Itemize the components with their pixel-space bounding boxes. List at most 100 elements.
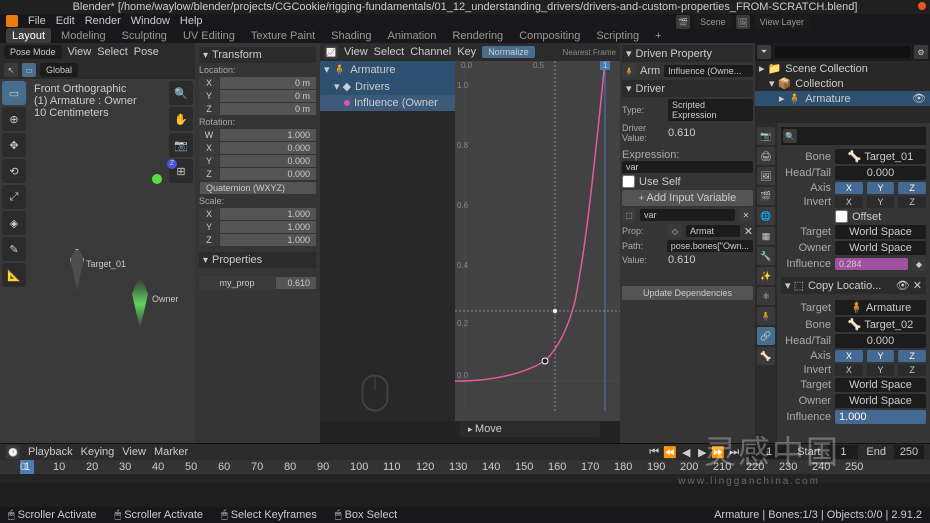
rotation-w[interactable]: 1.000	[220, 129, 316, 141]
select-box-tool-icon[interactable]: ▭	[2, 81, 26, 105]
vp-menu-pose[interactable]: Pose	[134, 46, 159, 58]
bone-target[interactable]	[70, 249, 84, 289]
channel-drivers[interactable]: ▾ ◆ Drivers	[320, 78, 455, 95]
driven-property-header[interactable]: ▾ Driven Property	[622, 45, 753, 62]
viewlayer-dropdown[interactable]: View Layer	[754, 15, 810, 29]
3d-viewport[interactable]: Pose Mode View Select Pose ↖ ▭ Global ▭ …	[0, 43, 195, 443]
rotate-tool-icon[interactable]: ⟲	[2, 159, 26, 183]
tab-scripting[interactable]: Scripting	[590, 28, 645, 44]
properties-header[interactable]: ▾ Properties	[199, 252, 316, 268]
orientation-dropdown[interactable]: Global	[40, 63, 78, 77]
rotation-mode-dropdown[interactable]: Quaternion (WXYZ)	[200, 182, 316, 194]
cursor-tool-icon[interactable]: ↖	[4, 63, 18, 77]
object-tab-icon[interactable]: ▦	[757, 227, 775, 245]
vp-menu-select[interactable]: Select	[97, 46, 128, 58]
target-bone2-dropdown[interactable]: 🦴 Target_02	[835, 317, 926, 332]
axis2-x-button[interactable]: X	[835, 350, 863, 362]
target-bone-dropdown[interactable]: 🦴 Target_01	[835, 149, 926, 164]
move-tool-icon[interactable]: ✥	[2, 133, 26, 157]
keyframe-next-icon[interactable]: ⏩	[711, 445, 725, 459]
channel-influence[interactable]: Influence (Owner	[320, 95, 455, 111]
scene-tab-icon[interactable]: 🎬	[757, 187, 775, 205]
custom-prop-value[interactable]: 0.610	[276, 277, 316, 289]
scale-x[interactable]: 1.000	[220, 208, 316, 220]
menu-edit[interactable]: Edit	[56, 15, 75, 27]
current-frame-input[interactable]: 1	[749, 445, 789, 459]
rna-path-input[interactable]: pose.bones["Own...	[667, 240, 753, 252]
invert2-z-button[interactable]: Z	[898, 364, 926, 376]
tab-animation[interactable]: Animation	[382, 28, 443, 44]
owner-space2-dropdown[interactable]: World Space	[835, 394, 926, 408]
tab-modeling[interactable]: Modeling	[55, 28, 112, 44]
snap-mode[interactable]: Nearest Frame	[563, 48, 616, 57]
render-tab-icon[interactable]: 📷	[757, 127, 775, 145]
location-y[interactable]: 0 m	[220, 90, 316, 102]
search-icon[interactable]: 🔍	[783, 129, 797, 143]
graph-menu-key[interactable]: Key	[457, 46, 476, 58]
remove-target-icon[interactable]: ✕	[744, 225, 753, 238]
invert2-y-button[interactable]: Y	[867, 364, 895, 376]
measure-tool-icon[interactable]: 📐	[2, 263, 26, 287]
tab-compositing[interactable]: Compositing	[513, 28, 586, 44]
axis-x-button[interactable]: X	[835, 182, 863, 194]
close-icon[interactable]	[918, 2, 926, 10]
graph-editor-icon[interactable]: 📈	[324, 45, 338, 59]
invert-y-button[interactable]: Y	[867, 196, 895, 208]
delete-var-icon[interactable]: ✕	[739, 208, 753, 222]
channel-armature[interactable]: ▾ 🧍 Armature	[320, 61, 455, 78]
location-x[interactable]: 0 m	[220, 77, 316, 89]
modifier-tab-icon[interactable]: 🔧	[757, 247, 775, 265]
graph-canvas[interactable]: 0.0 0.2 0.4 0.6 0.8 1.0 0.0 0.5 1	[455, 61, 620, 421]
vp-menu-view[interactable]: View	[68, 46, 92, 58]
target-space-dropdown[interactable]: World Space	[835, 225, 926, 239]
driver-header[interactable]: ▾ Driver	[622, 80, 753, 97]
owner-space-dropdown[interactable]: World Space	[835, 241, 926, 255]
axis-z-button[interactable]: Z	[898, 182, 926, 194]
operator-redo-panel[interactable]: ▸ Move	[460, 421, 600, 437]
transform-header[interactable]: ▾ Transform	[199, 47, 316, 63]
jump-start-icon[interactable]: ⏮	[647, 445, 661, 459]
scale-y[interactable]: 1.000	[220, 221, 316, 233]
timeline-keying[interactable]: Keying	[81, 446, 115, 458]
axis-z-icon[interactable]: Z	[167, 159, 177, 169]
graph-menu-view[interactable]: View	[344, 46, 368, 58]
world-tab-icon[interactable]: 🌐	[757, 207, 775, 225]
bone-constraint-tab-icon[interactable]: 🔗	[757, 327, 775, 345]
pan-icon[interactable]: ✋	[169, 107, 193, 131]
custom-prop-name[interactable]: my_prop	[199, 276, 275, 290]
end-frame-input[interactable]: 250	[894, 445, 924, 459]
graph-menu-select[interactable]: Select	[374, 46, 405, 58]
camera-icon[interactable]: 📷	[169, 133, 193, 157]
zoom-icon[interactable]: 🔍	[169, 81, 193, 105]
play-icon[interactable]: ▶	[695, 445, 709, 459]
headtail-slider[interactable]: 0.000	[835, 166, 926, 180]
influence-slider[interactable]: 0.284	[835, 258, 908, 270]
outliner-search-input[interactable]	[775, 46, 910, 58]
jump-end-icon[interactable]: ⏭	[727, 445, 741, 459]
particles-tab-icon[interactable]: ✨	[757, 267, 775, 285]
scene-dropdown[interactable]: Scene	[694, 15, 732, 29]
variable-type-icon[interactable]: ⬚	[622, 208, 636, 222]
rotation-y[interactable]: 0.000	[220, 155, 316, 167]
tab-layout[interactable]: Layout	[6, 28, 51, 44]
timeline-ruler[interactable]: 1 01020304050607080901001101201301401501…	[0, 460, 930, 474]
cursor-tool-icon[interactable]: ⊕	[2, 107, 26, 131]
offset-checkbox[interactable]	[835, 210, 848, 223]
armature-row[interactable]: ▸ 🧍 Armature 👁	[755, 91, 930, 106]
invert2-x-button[interactable]: X	[835, 364, 863, 376]
physics-tab-icon[interactable]: ⚛	[757, 287, 775, 305]
menu-file[interactable]: File	[28, 15, 46, 27]
location-z[interactable]: 0 m	[220, 103, 316, 115]
output-tab-icon[interactable]: 🖨	[757, 147, 775, 165]
viewlayer-tab-icon[interactable]: 🖼	[757, 167, 775, 185]
update-dependencies-button[interactable]: Update Dependencies	[622, 286, 753, 300]
rotation-x[interactable]: 0.000	[220, 142, 316, 154]
axis-gizmo[interactable]: X Z	[152, 159, 192, 199]
menu-help[interactable]: Help	[180, 15, 203, 27]
axis2-z-button[interactable]: Z	[898, 350, 926, 362]
driven-prop-display[interactable]: Influence (Owne...	[664, 65, 753, 77]
menu-render[interactable]: Render	[85, 15, 121, 27]
influence2-slider[interactable]: 1.000	[835, 410, 926, 424]
target-space2-dropdown[interactable]: World Space	[835, 378, 926, 392]
tab-rendering[interactable]: Rendering	[446, 28, 509, 44]
